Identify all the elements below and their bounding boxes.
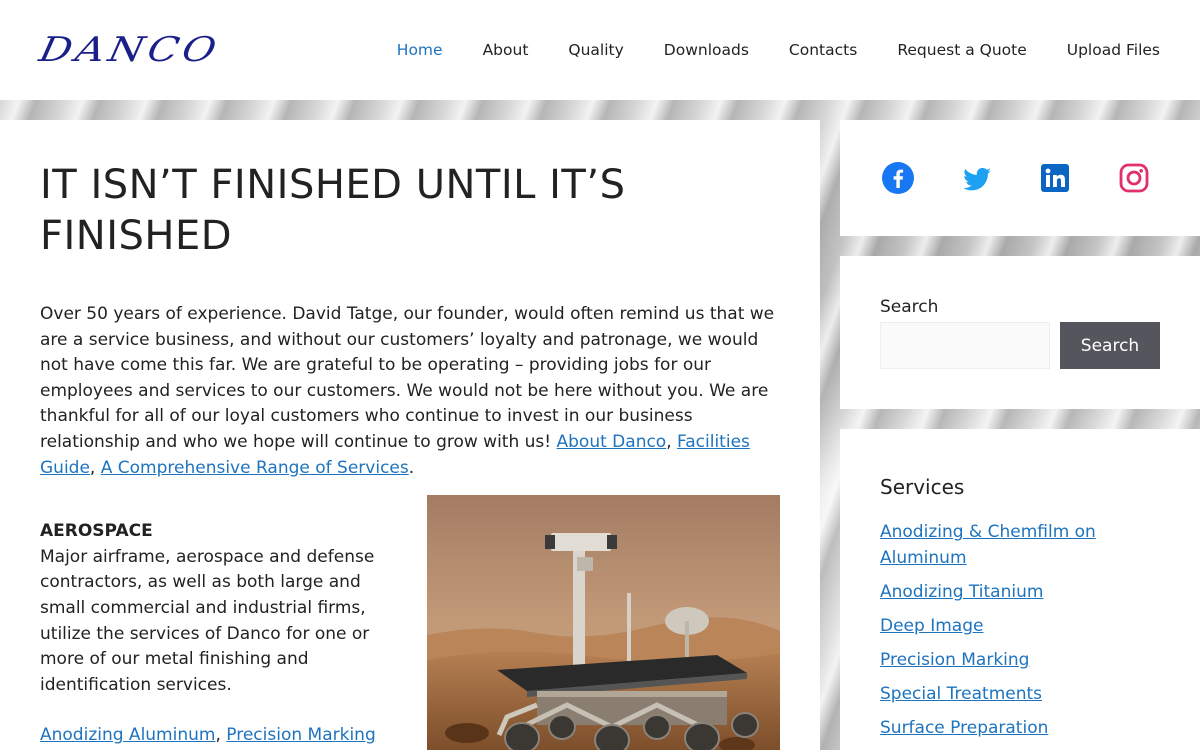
main-content: IT ISN’T FINISHED UNTIL IT’S FINISHED Ov… <box>0 120 820 750</box>
link-range-of-services[interactable]: A Comprehensive Range of Services <box>101 458 409 478</box>
nav-about[interactable]: About <box>483 38 529 62</box>
site-logo[interactable]: DANCO <box>36 28 240 72</box>
service-link-precision-marking[interactable]: Precision Marking <box>880 650 1029 670</box>
nav-home[interactable]: Home <box>397 38 443 62</box>
service-link-anodizing-chemfilm[interactable]: Anodizing & Chemfilm on Aluminum <box>880 522 1096 568</box>
linkedin-icon[interactable] <box>1039 162 1071 194</box>
list-item: Deep Image <box>880 613 1120 639</box>
list-item: Precision Marking <box>880 647 1120 673</box>
mars-rover-illustration <box>427 495 780 750</box>
services-list: Anodizing & Chemfilm on Aluminum Anodizi… <box>880 519 1160 741</box>
list-item: Special Treatments <box>880 681 1120 707</box>
aerospace-links: Anodizing Aluminum, Precision Marking <box>40 725 376 746</box>
services-widget: Services Anodizing & Chemfilm on Aluminu… <box>840 429 1200 750</box>
social-widget <box>840 120 1200 236</box>
twitter-icon[interactable] <box>961 162 993 194</box>
page-title: IT ISN’T FINISHED UNTIL IT’S FINISHED <box>40 162 626 259</box>
nav-contacts[interactable]: Contacts <box>789 38 857 62</box>
search-button[interactable]: Search <box>1060 322 1160 369</box>
facebook-icon[interactable] <box>882 162 914 194</box>
aerospace-body: Major airframe, aerospace and defense co… <box>40 546 375 695</box>
service-link-special-treatments[interactable]: Special Treatments <box>880 684 1042 704</box>
aerospace-heading: AEROSPACE <box>40 521 153 542</box>
intro-paragraph: Over 50 years of experience. David Tatge… <box>40 304 775 478</box>
list-item: Surface Preparation <box>880 715 1120 741</box>
instagram-icon[interactable] <box>1118 162 1150 194</box>
nav-request-quote[interactable]: Request a Quote <box>897 38 1026 62</box>
search-row: Search <box>880 322 1160 369</box>
mars-rover-image <box>427 495 780 750</box>
list-item: Anodizing & Chemfilm on Aluminum <box>880 519 1120 571</box>
link-anodizing-aluminum[interactable]: Anodizing Aluminum <box>40 725 215 745</box>
search-label: Search <box>880 297 939 317</box>
search-input[interactable] <box>880 322 1050 369</box>
intro-text: Over 50 years of experience. David Tatge… <box>40 304 775 452</box>
aerospace-text: AEROSPACE Major airframe, aerospace and … <box>40 519 390 749</box>
main-nav: Home About Quality Downloads Contacts Re… <box>357 38 1160 62</box>
service-link-anodizing-titanium[interactable]: Anodizing Titanium <box>880 582 1043 602</box>
nav-downloads[interactable]: Downloads <box>664 38 749 62</box>
list-item: Anodizing Titanium <box>880 579 1120 605</box>
nav-quality[interactable]: Quality <box>568 38 623 62</box>
site-header: DANCO Home About Quality Downloads Conta… <box>0 0 1200 100</box>
service-link-deep-image[interactable]: Deep Image <box>880 616 983 636</box>
service-link-surface-preparation[interactable]: Surface Preparation <box>880 718 1048 738</box>
link-precision-marking[interactable]: Precision Marking <box>226 725 375 745</box>
link-about-danco[interactable]: About Danco <box>557 432 667 452</box>
nav-upload-files[interactable]: Upload Files <box>1067 38 1160 62</box>
search-widget: Search Search <box>840 256 1200 409</box>
logo-text: DANCO <box>35 30 224 70</box>
services-title: Services <box>880 475 965 499</box>
aerospace-section: AEROSPACE Major airframe, aerospace and … <box>40 495 780 750</box>
